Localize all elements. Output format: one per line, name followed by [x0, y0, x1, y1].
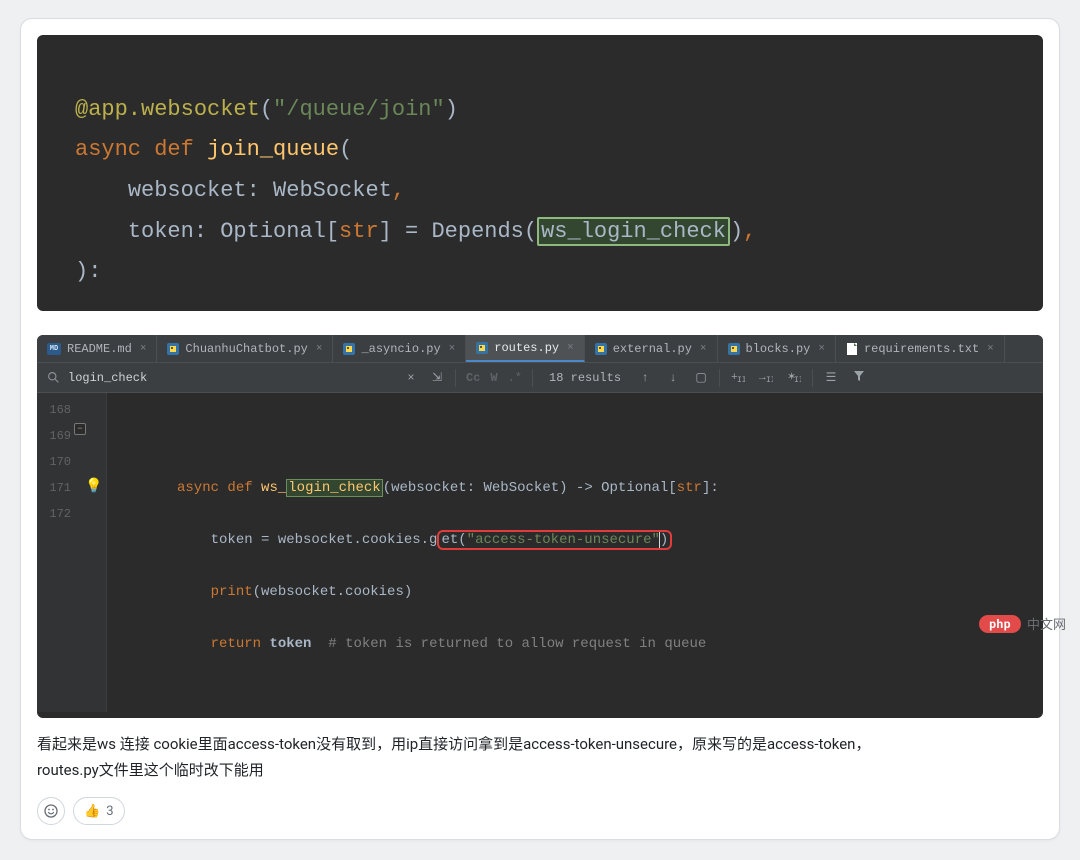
- markdown-file-icon: MD: [47, 343, 61, 355]
- regex-toggle[interactable]: .*: [508, 371, 522, 385]
- settings-icon[interactable]: ☰: [823, 370, 839, 385]
- python-file-icon: [476, 342, 488, 354]
- tab-chuanhu[interactable]: ChuanhuChatbot.py ×: [157, 335, 333, 362]
- close-icon[interactable]: ×: [567, 342, 574, 354]
- close-icon[interactable]: ×: [316, 343, 323, 355]
- prev-match-icon[interactable]: ↑: [637, 371, 653, 385]
- match-word-toggle[interactable]: W: [490, 371, 497, 385]
- tab-routes[interactable]: routes.py ×: [466, 335, 584, 362]
- tab-readme[interactable]: MD README.md ×: [37, 335, 157, 362]
- code-lines[interactable]: async def ws_login_check(websocket: WebS…: [107, 393, 719, 712]
- search-results-count: 18 results: [533, 371, 637, 385]
- php-pill-icon: php: [979, 615, 1021, 633]
- pin-icon[interactable]: ⇲: [429, 370, 445, 385]
- select-all-icon[interactable]: ▢: [693, 370, 709, 385]
- find-bar: × ⇲ Cc W .* 18 results ↑ ↓ ▢ +II →II ✶II: [37, 363, 1043, 393]
- comment-body: 看起来是ws 连接 cookie里面access-token没有取到，用ip直接…: [37, 732, 1043, 783]
- python-file-icon: [595, 343, 607, 355]
- editor-tabs: MD README.md × ChuanhuChatbot.py × _asyn…: [37, 335, 1043, 363]
- marker-gutter: 💡: [77, 393, 107, 712]
- selectall-matches-icon[interactable]: ✶II: [786, 369, 802, 387]
- search-input[interactable]: [68, 371, 393, 385]
- reactions-bar: 👍 3: [37, 797, 1043, 825]
- close-icon[interactable]: ×: [700, 343, 707, 355]
- removeselection-icon[interactable]: →II: [758, 369, 774, 387]
- ide-panel: MD README.md × ChuanhuChatbot.py × _asyn…: [37, 335, 1043, 718]
- decorator: @app.websocket: [75, 97, 260, 122]
- site-name: 中文网: [1027, 614, 1066, 633]
- fold-toggle-icon[interactable]: [74, 423, 86, 435]
- search-match-highlight: login_check: [286, 479, 382, 497]
- intention-bulb-icon[interactable]: 💡: [85, 475, 102, 501]
- reaction-count: 3: [106, 804, 113, 819]
- close-icon[interactable]: ×: [987, 343, 994, 355]
- add-reaction-button[interactable]: [37, 797, 65, 825]
- filter-icon[interactable]: [851, 370, 867, 386]
- svg-text:→: →: [759, 372, 766, 383]
- python-file-icon: [343, 343, 355, 355]
- tab-asyncio[interactable]: _asyncio.py ×: [333, 335, 466, 362]
- line-number-gutter: 168 169 170 171 172: [37, 393, 77, 712]
- clear-search-icon[interactable]: ×: [403, 371, 419, 385]
- site-watermark: php 中文网: [979, 614, 1066, 633]
- python-file-icon: [728, 343, 740, 355]
- code-editor[interactable]: 168 169 170 171 172 💡 async def ws_login…: [37, 393, 1043, 718]
- code-block-route-decorator: @app.websocket("/queue/join") async def …: [37, 35, 1043, 311]
- tab-blocks[interactable]: blocks.py ×: [718, 335, 836, 362]
- tab-external[interactable]: external.py ×: [585, 335, 718, 362]
- search-icon: [37, 371, 68, 385]
- smiley-icon: [43, 803, 59, 819]
- match-case-toggle[interactable]: Cc: [466, 371, 480, 385]
- thumbsup-icon: 👍: [84, 804, 100, 819]
- tab-requirements[interactable]: requirements.txt ×: [836, 335, 1005, 362]
- red-annotation-box: et("access-token-unsecure"): [437, 530, 672, 550]
- text-file-icon: [846, 343, 858, 355]
- close-icon[interactable]: ×: [449, 343, 456, 355]
- close-icon[interactable]: ×: [140, 343, 147, 355]
- next-match-icon[interactable]: ↓: [665, 371, 681, 385]
- python-file-icon: [167, 343, 179, 355]
- close-icon[interactable]: ×: [818, 343, 825, 355]
- svg-text:II: II: [766, 376, 773, 383]
- highlighted-function-ref: ws_login_check: [537, 217, 730, 246]
- reaction-thumbsup[interactable]: 👍 3: [73, 797, 125, 825]
- comment-card: @app.websocket("/queue/join") async def …: [20, 18, 1060, 840]
- addselection-icon[interactable]: +II: [730, 369, 746, 387]
- svg-text:II: II: [794, 376, 801, 383]
- svg-text:II: II: [737, 376, 745, 383]
